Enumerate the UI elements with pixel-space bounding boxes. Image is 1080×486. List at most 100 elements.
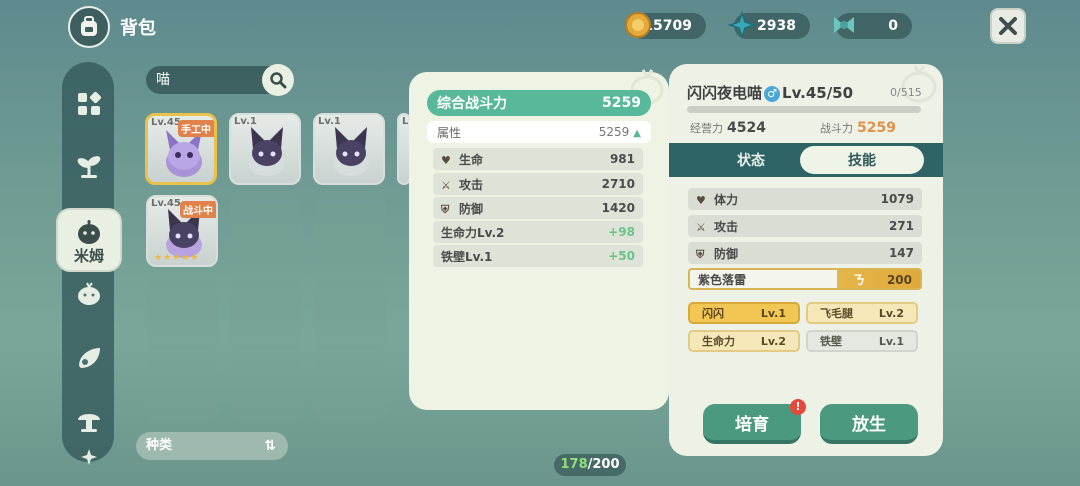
skill-flash[interactable]: 闪闪 Lv.1 bbox=[688, 302, 800, 324]
dark-cat-pet-icon bbox=[333, 127, 369, 176]
empty-slot[interactable] bbox=[230, 197, 302, 269]
exp-text: 0/515 bbox=[890, 86, 922, 99]
ironwall-value: +50 bbox=[608, 249, 635, 263]
pet-stars: ★★★★★ bbox=[154, 253, 200, 263]
gift-amount: 0 bbox=[888, 18, 898, 34]
sort-filter-button[interactable]: 种类 ⇅ bbox=[136, 432, 288, 460]
skill-vitality[interactable]: 生命力 Lv.2 bbox=[688, 330, 800, 352]
defense-label: 防御 bbox=[459, 201, 484, 216]
sparkle-icon bbox=[81, 449, 97, 465]
mimu-creature-icon bbox=[78, 220, 100, 244]
capacity-used: 178 bbox=[560, 457, 588, 472]
battle-power-label: 战斗力 bbox=[820, 122, 853, 135]
trait-purple-thunder[interactable]: 紫色落雷 ㄋ 200 bbox=[688, 268, 922, 290]
stamina-value: 1079 bbox=[880, 192, 914, 206]
stamina-row: ♥ 体力 1079 bbox=[688, 188, 922, 210]
defense-value: 1420 bbox=[601, 201, 635, 215]
attack-row: ⚔ 攻击 271 bbox=[688, 215, 922, 237]
attack-label: 攻击 bbox=[459, 177, 484, 192]
exp-progress-bar bbox=[687, 106, 921, 113]
ironwall-label: 铁壁Lv.1 bbox=[441, 249, 493, 264]
battle-power: 战斗力 5259 bbox=[820, 120, 896, 136]
shield-icon: ⛨ bbox=[441, 202, 450, 216]
dark-cat-pet-icon bbox=[249, 127, 285, 176]
empty-slot[interactable] bbox=[146, 358, 218, 422]
skill-swift-legs[interactable]: 飞毛腿 Lv.2 bbox=[806, 302, 918, 324]
male-gender-icon: ♂ bbox=[764, 85, 781, 102]
vitality-value: +98 bbox=[608, 225, 635, 239]
sort-label: 种类 bbox=[146, 438, 173, 453]
trait-label: 紫色落雷 bbox=[698, 272, 747, 287]
battle-power-value: 5259 bbox=[857, 120, 896, 136]
attribute-label: 属性 bbox=[437, 125, 462, 140]
combat-power-header: 综合战斗力 5259 bbox=[427, 90, 651, 116]
pet-slot[interactable]: Lv.1 bbox=[313, 113, 385, 185]
skill-name: 生命力 bbox=[702, 335, 735, 348]
search-button[interactable] bbox=[262, 64, 294, 96]
gift-bow-icon bbox=[834, 17, 854, 33]
capacity-total: /200 bbox=[587, 457, 620, 472]
pet-level: Lv.1 bbox=[318, 116, 341, 127]
attack-label: 攻击 bbox=[714, 219, 739, 234]
gold-currency: 15709 bbox=[625, 12, 706, 39]
ironwall-bonus-row: 铁壁Lv.1 +50 bbox=[433, 245, 643, 267]
mushroom-icon[interactable] bbox=[75, 406, 103, 434]
empty-slot[interactable] bbox=[314, 278, 386, 350]
pet-slot[interactable]: Lv.1 bbox=[229, 113, 301, 185]
defense-row: ⛨ 防御 1420 bbox=[433, 197, 643, 219]
crystal-star-icon bbox=[728, 11, 756, 39]
sword-icon: ⚔ bbox=[441, 178, 451, 192]
empty-slot[interactable] bbox=[230, 278, 302, 350]
crafting-tag: 手工中 bbox=[178, 120, 214, 137]
grid-category-icon[interactable] bbox=[75, 90, 103, 118]
pet-name: 闪闪夜电喵 bbox=[687, 84, 763, 102]
combat-power-total: 5259 bbox=[602, 95, 641, 111]
empty-slot[interactable] bbox=[230, 358, 302, 422]
management-value: 4524 bbox=[727, 120, 766, 136]
skill-level: Lv.1 bbox=[760, 306, 786, 320]
hp-value: 981 bbox=[609, 152, 635, 166]
attribute-toggle[interactable]: 属性 5259 ▲ bbox=[427, 121, 651, 143]
vitality-bonus-row: 生命力Lv.2 +98 bbox=[433, 221, 643, 243]
pet-level: Lv.45/50 bbox=[782, 84, 854, 102]
empty-slot[interactable] bbox=[314, 358, 386, 422]
sidebar-item-mimu[interactable]: 米姆 bbox=[56, 208, 122, 272]
close-button[interactable] bbox=[990, 8, 1026, 44]
seed-icon[interactable] bbox=[75, 280, 103, 308]
empty-slot[interactable] bbox=[146, 278, 218, 350]
sidebar-item-label: 米姆 bbox=[73, 247, 104, 265]
battle-tag: 战斗中 bbox=[180, 201, 216, 218]
sword-icon: ⚔ bbox=[696, 220, 706, 234]
skill-level: Lv.2 bbox=[760, 334, 786, 348]
leaf-food-icon[interactable] bbox=[75, 344, 103, 372]
pet-level: Lv.1 bbox=[234, 116, 257, 127]
sort-arrows-icon: ⇅ bbox=[264, 438, 276, 454]
triangle-up-icon: ▲ bbox=[633, 128, 641, 139]
skill-iron-wall[interactable]: 铁壁 Lv.1 bbox=[806, 330, 918, 352]
pet-level: Lv.45 bbox=[151, 117, 181, 128]
pet-slot[interactable]: Lv.45 手工中 bbox=[145, 113, 217, 185]
release-button[interactable]: 放生 bbox=[820, 404, 918, 444]
attack-row: ⚔ 攻击 2710 bbox=[433, 173, 643, 195]
combat-power-title: 综合战斗力 bbox=[437, 96, 507, 112]
sprout-icon[interactable] bbox=[75, 152, 103, 180]
tab-status[interactable]: 状态 bbox=[690, 146, 812, 174]
tab-skills[interactable]: 技能 bbox=[800, 146, 924, 174]
hp-row: ♥ 生命 981 bbox=[433, 148, 643, 170]
attribute-value: 5259 bbox=[598, 125, 630, 139]
heart-icon: ♥ bbox=[441, 153, 451, 167]
hp-label: 生命 bbox=[459, 152, 484, 167]
attack-value: 2710 bbox=[601, 177, 635, 191]
crystal-currency: 2938 bbox=[728, 11, 810, 39]
management-label: 经营力 bbox=[690, 122, 723, 135]
pet-slot[interactable]: Lv.45 战斗中 ★★★★★ bbox=[146, 195, 218, 267]
gold-coin-icon bbox=[625, 12, 651, 38]
defense-row: ⛨ 防御 147 bbox=[688, 242, 922, 264]
shield-icon: ⛨ bbox=[696, 247, 705, 261]
stamina-label: 体力 bbox=[714, 192, 739, 207]
skill-level: Lv.2 bbox=[878, 306, 904, 320]
empty-slot[interactable] bbox=[314, 197, 386, 269]
pet-name-line: 闪闪夜电喵 ♂ Lv.45/50 bbox=[687, 82, 853, 103]
train-button[interactable]: 培育 bbox=[703, 404, 801, 444]
trait-value: 200 bbox=[886, 272, 912, 287]
